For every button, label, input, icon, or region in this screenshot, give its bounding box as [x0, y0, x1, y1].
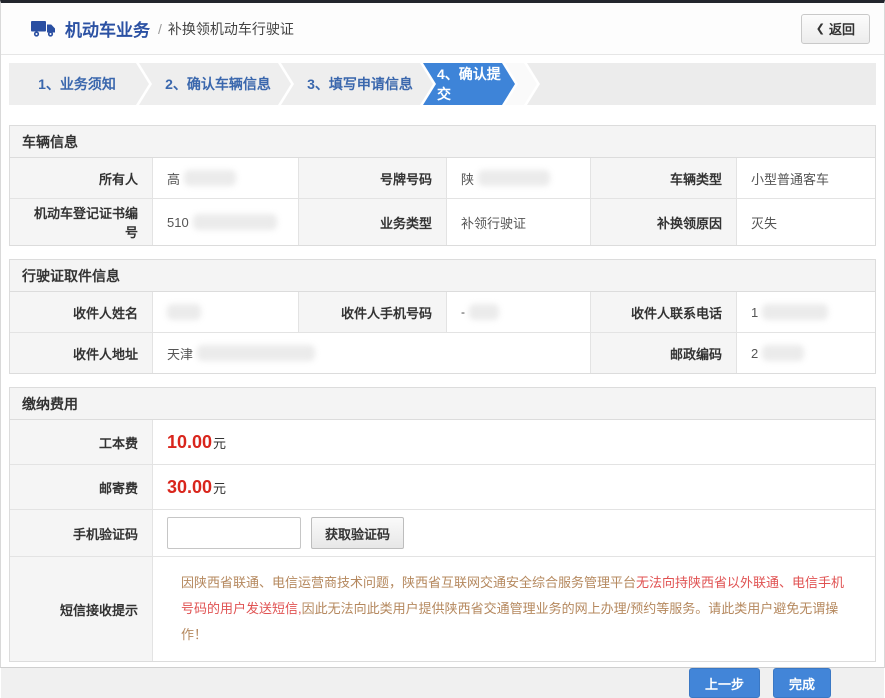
- breadcrumb-separator: /: [158, 21, 162, 37]
- postage-fee-label: 邮寄费: [10, 465, 152, 509]
- plate-number-label: 号牌号码: [298, 158, 446, 198]
- business-type-label: 业务类型: [298, 199, 446, 245]
- truck-icon: [31, 20, 57, 38]
- replace-reason-label: 补换领原因: [590, 199, 736, 245]
- recipient-address-label: 收件人地址: [10, 333, 152, 373]
- recipient-mobile-value: -: [446, 292, 590, 332]
- recipient-phone-label: 收件人联系电话: [590, 292, 736, 332]
- back-chevron-icon: ❮: [816, 22, 825, 35]
- recipient-address-value: 天津: [152, 333, 590, 373]
- postcode-value: 2: [736, 333, 875, 373]
- page-header: 机动车业务 / 补换领机动车行驶证 ❮ 返回: [1, 3, 884, 55]
- redacted-value: [478, 170, 550, 186]
- plate-number-value: 陕: [446, 158, 590, 198]
- vehicle-type-label: 车辆类型: [590, 158, 736, 198]
- table-row: 短信接收提示 因陕西省联通、电信运营商技术问题，陕西省互联网交通安全综合服务管理…: [10, 556, 875, 661]
- registration-cert-label: 机动车登记证书编号: [10, 199, 152, 245]
- page-container: 机动车业务 / 补换领机动车行驶证 ❮ 返回 1、业务须知 2、确认车辆信息 3…: [0, 0, 885, 668]
- table-row: 收件人地址 天津 邮政编码 2: [10, 332, 875, 373]
- owner-value: 高: [152, 158, 298, 198]
- pickup-info-title: 行驶证取件信息: [10, 260, 875, 292]
- table-row: 机动车登记证书编号 510 业务类型 补领行驶证 补换领原因 灭失: [10, 198, 875, 245]
- owner-label: 所有人: [10, 158, 152, 198]
- step-3-label: 3、填写申请信息: [307, 74, 413, 94]
- postage-fee-unit: 元: [213, 478, 226, 497]
- replace-reason-value: 灭失: [736, 199, 875, 245]
- footer-bar: 上一步 完成: [1, 668, 884, 698]
- main-content: 车辆信息 所有人 高 号牌号码 陕 车辆类型 小型普通客车 机动车登记证书编号 …: [1, 105, 884, 662]
- page-title: 机动车业务: [65, 16, 150, 41]
- table-row: 工本费 10.00 元: [10, 420, 875, 464]
- sms-code-input[interactable]: [167, 517, 301, 549]
- production-fee-amount: 10.00: [167, 432, 212, 453]
- vehicle-info-title: 车辆信息: [10, 126, 875, 158]
- wizard-steps: 1、业务须知 2、确认车辆信息 3、填写申请信息 4、确认提交: [9, 63, 876, 105]
- recipient-mobile-label: 收件人手机号码: [298, 292, 446, 332]
- back-button[interactable]: ❮ 返回: [801, 14, 870, 44]
- vehicle-type-value: 小型普通客车: [736, 158, 875, 198]
- postage-fee-value: 30.00 元: [152, 465, 875, 509]
- phone-value-text: 1: [751, 305, 758, 320]
- sms-notice-label: 短信接收提示: [10, 557, 152, 661]
- step-3-fill-application: 3、填写申请信息: [281, 63, 433, 105]
- back-button-label: 返回: [829, 19, 855, 38]
- pickup-info-section: 行驶证取件信息 收件人姓名 收件人手机号码 - 收件人联系电话 1 收件人地址: [9, 259, 876, 374]
- redacted-value: [193, 214, 277, 230]
- business-type-value: 补领行驶证: [446, 199, 590, 245]
- previous-step-button[interactable]: 上一步: [689, 668, 760, 698]
- table-row: 所有人 高 号牌号码 陕 车辆类型 小型普通客车: [10, 158, 875, 198]
- fees-section: 缴纳费用 工本费 10.00 元 邮寄费 30.00 元 手机验证码: [9, 387, 876, 662]
- sms-code-field-cell: 获取验证码: [152, 510, 875, 556]
- step-1-notice: 1、业务须知: [9, 63, 149, 105]
- registration-cert-value: 510: [152, 199, 298, 245]
- sms-code-label: 手机验证码: [10, 510, 152, 556]
- step-4-confirm-submit: 4、确认提交: [423, 63, 515, 105]
- recipient-phone-value: 1: [736, 292, 875, 332]
- step-2-confirm-vehicle: 2、确认车辆信息: [139, 63, 291, 105]
- redacted-value: [762, 304, 828, 320]
- recipient-name-value: [152, 292, 298, 332]
- get-sms-code-button[interactable]: 获取验证码: [311, 517, 404, 549]
- fees-title: 缴纳费用: [10, 388, 875, 420]
- vehicle-info-section: 车辆信息 所有人 高 号牌号码 陕 车辆类型 小型普通客车 机动车登记证书编号 …: [9, 125, 876, 246]
- sms-notice-text: 因陕西省联通、电信运营商技术问题，陕西省互联网交通安全综合服务管理平台无法向持陕…: [167, 561, 861, 657]
- redacted-value: [469, 304, 499, 320]
- mobile-value-text: -: [461, 305, 465, 319]
- postcode-label: 邮政编码: [590, 333, 736, 373]
- step-1-label: 1、业务须知: [38, 74, 116, 94]
- table-row: 手机验证码 获取验证码: [10, 509, 875, 556]
- production-fee-unit: 元: [213, 433, 226, 452]
- owner-value-text: 高: [167, 169, 180, 188]
- production-fee-label: 工本费: [10, 420, 152, 464]
- table-row: 邮寄费 30.00 元: [10, 464, 875, 509]
- plate-value-text: 陕: [461, 169, 474, 188]
- steps-bar-filler: [527, 63, 876, 105]
- redacted-value: [167, 304, 201, 320]
- production-fee-value: 10.00 元: [152, 420, 875, 464]
- sms-notice-cell: 因陕西省联通、电信运营商技术问题，陕西省互联网交通安全综合服务管理平台无法向持陕…: [152, 557, 875, 661]
- step-4-label: 4、确认提交: [437, 64, 507, 104]
- redacted-value: [762, 345, 804, 361]
- postcode-value-text: 2: [751, 346, 758, 361]
- cert-value-text: 510: [167, 215, 189, 230]
- redacted-value: [197, 345, 315, 361]
- redacted-value: [184, 170, 236, 186]
- breadcrumb-current: 补换领机动车行驶证: [168, 19, 294, 39]
- sms-notice-part1: 因陕西省联通、电信运营商技术问题，陕西省互联网交通安全综合服务管理平台: [181, 575, 636, 590]
- finish-button[interactable]: 完成: [773, 668, 831, 698]
- step-2-label: 2、确认车辆信息: [165, 74, 271, 94]
- address-value-text: 天津: [167, 344, 193, 363]
- postage-fee-amount: 30.00: [167, 477, 212, 498]
- recipient-name-label: 收件人姓名: [10, 292, 152, 332]
- table-row: 收件人姓名 收件人手机号码 - 收件人联系电话 1: [10, 292, 875, 332]
